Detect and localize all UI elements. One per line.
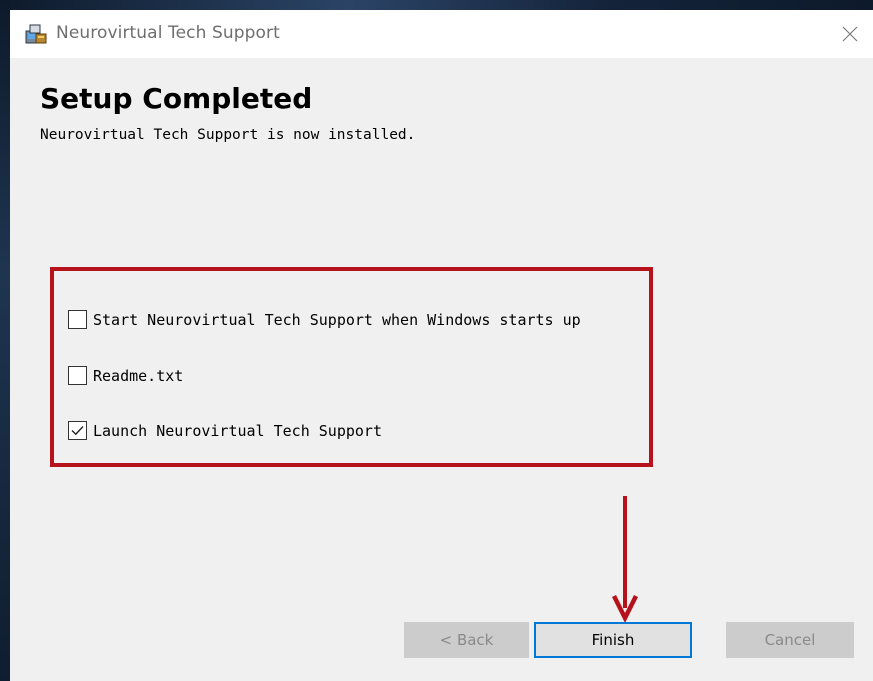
back-button[interactable]: < Back xyxy=(404,622,529,658)
highlight-frame: Start Neurovirtual Tech Support when Win… xyxy=(50,267,653,467)
checkbox-launch-app[interactable]: Launch Neurovirtual Tech Support xyxy=(68,421,382,440)
window-title: Neurovirtual Tech Support xyxy=(56,23,280,43)
close-button[interactable] xyxy=(827,10,873,58)
checkbox-box[interactable] xyxy=(68,421,87,440)
checkbox-label: Readme.txt xyxy=(93,366,184,385)
desktop-background-top xyxy=(0,0,873,10)
finish-button[interactable]: Finish xyxy=(534,622,692,658)
page-title: Setup Completed xyxy=(40,82,313,115)
checkbox-label: Start Neurovirtual Tech Support when Win… xyxy=(93,310,581,329)
close-icon xyxy=(842,26,858,42)
down-arrow-icon xyxy=(612,496,638,622)
checkbox-label: Launch Neurovirtual Tech Support xyxy=(93,421,382,440)
checkbox-start-with-windows[interactable]: Start Neurovirtual Tech Support when Win… xyxy=(68,310,581,329)
desktop-background-left xyxy=(0,0,10,681)
cancel-button[interactable]: Cancel xyxy=(726,622,854,658)
setup-dialog: Neurovirtual Tech Support Setup Complete… xyxy=(10,10,873,681)
installer-icon xyxy=(25,24,47,44)
checkbox-box[interactable] xyxy=(68,310,87,329)
title-bar[interactable]: Neurovirtual Tech Support xyxy=(10,10,873,58)
page-subtitle: Neurovirtual Tech Support is now install… xyxy=(40,127,416,143)
checkmark-icon xyxy=(71,426,84,436)
checkbox-readme[interactable]: Readme.txt xyxy=(68,366,183,385)
checkbox-box[interactable] xyxy=(68,366,87,385)
